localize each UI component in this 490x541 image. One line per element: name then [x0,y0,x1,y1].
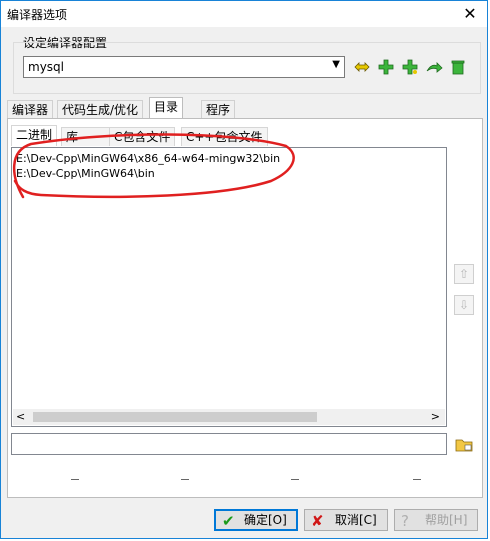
tab-code-generation[interactable]: 代码生成/优化 [57,100,144,119]
delete-icon[interactable] [448,57,468,77]
scrollbar-thumb[interactable] [33,412,317,422]
chevron-right-icon[interactable]: > [431,410,440,423]
ok-label: 确定[O] [244,513,287,527]
cancel-button[interactable]: ✘ 取消[C] [304,509,388,531]
compiler-options-window: 编译器选项 ✕ 设定编译器配置 mysql ▼ 编译器 代码生成/优化 目录 程… [0,0,488,539]
move-up-icon[interactable]: ⇧ [454,264,474,284]
divider-mark [413,479,421,480]
tab-directories[interactable]: 目录 [149,97,184,119]
subtab-c-includes[interactable]: C包含文件 [109,127,176,146]
tab-programs[interactable]: 程序 [201,100,236,119]
subtab-cpp-includes[interactable]: C++包含文件 [181,127,268,146]
subtab-binaries[interactable]: 二进制 [11,125,58,146]
help-label: 帮助[H] [425,513,468,527]
help-button[interactable]: ? 帮助[H] [394,509,478,531]
divider-mark [291,479,299,480]
subtab-libraries[interactable]: 库 [61,127,111,146]
tab-compiler[interactable]: 编译器 [7,100,54,119]
window-title: 编译器选项 [7,8,68,22]
move-down-icon[interactable]: ⇩ [454,295,474,315]
help-icon: ? [401,512,409,530]
cancel-label: 取消[C] [335,513,377,527]
compiler-set-value: mysql [28,60,64,74]
title-bar: 编译器选项 ✕ [1,1,487,27]
close-x-icon: ✘ [311,512,324,530]
list-item[interactable]: E:\Dev-Cpp\MinGW64\x86_64-w64-mingw32\bi… [16,152,280,165]
ok-button[interactable]: ✔ 确定[O] [214,509,298,531]
divider-mark [71,479,79,480]
export-icon[interactable] [424,57,444,77]
chevron-down-icon: ▼ [332,59,340,70]
close-icon[interactable]: ✕ [459,3,481,25]
directory-list[interactable]: E:\Dev-Cpp\MinGW64\x86_64-w64-mingw32\bi… [11,147,447,427]
compiler-set-select[interactable]: mysql ▼ [23,56,345,78]
divider-mark [181,479,189,480]
folder-browse-icon[interactable] [454,434,474,454]
check-icon: ✔ [222,512,235,530]
add-icon[interactable] [376,57,396,77]
rename-icon[interactable] [352,57,372,77]
list-item[interactable]: E:\Dev-Cpp\MinGW64\bin [16,167,155,180]
horizontal-scrollbar[interactable]: < > [13,409,445,425]
add-copy-icon[interactable] [400,57,420,77]
directory-path-input[interactable] [11,433,447,455]
chevron-left-icon[interactable]: < [16,410,25,423]
